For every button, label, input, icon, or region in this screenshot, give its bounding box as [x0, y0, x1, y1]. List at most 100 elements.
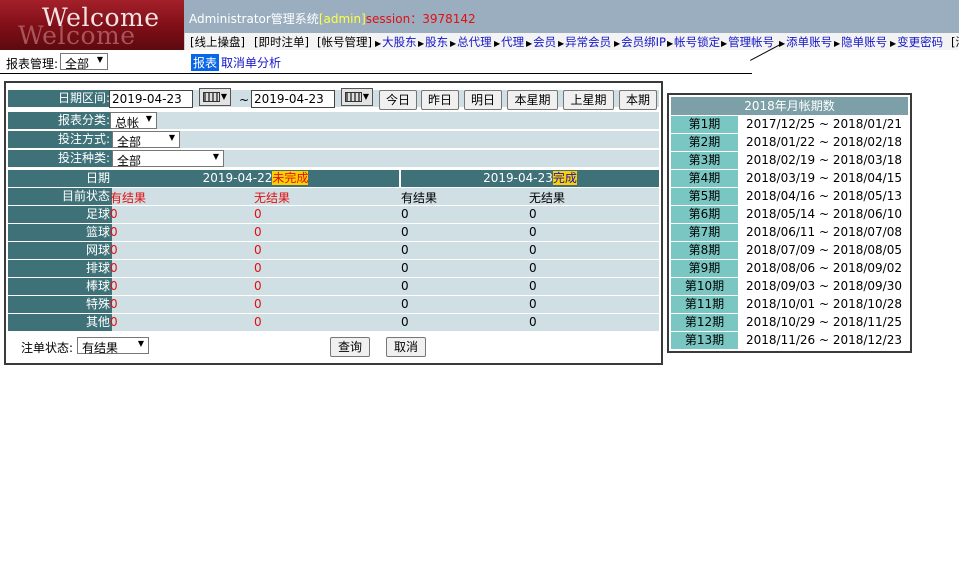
triangle-down-icon: ▼: [362, 92, 369, 101]
logo-text: Welcome: [42, 3, 160, 32]
triangle-down-icon: ▼: [145, 114, 152, 123]
report-class-label: 报表分类:: [8, 112, 112, 129]
date-to-calendar-button[interactable]: ▼: [341, 88, 373, 106]
table-cell: 0: [254, 225, 262, 239]
report-class-row: [112, 112, 659, 129]
last-week-button[interactable]: 上星期: [563, 90, 614, 110]
triangle-right-icon: ▶: [494, 39, 501, 48]
report-class-select[interactable]: 总帐 ▼: [110, 112, 157, 130]
period-row: 第7期 2018/06/11 ~ 2018/07/08: [671, 224, 908, 241]
table-cell: 0: [254, 207, 262, 221]
period-range: 2018/09/03 ~ 2018/09/30: [740, 278, 908, 295]
sport-label: 特殊: [8, 296, 112, 313]
sport-row-bg: [112, 296, 659, 313]
nav-item-member[interactable]: ▶会员: [526, 34, 556, 50]
period-range: 2018/08/06 ~ 2018/09/02: [740, 260, 908, 277]
triangle-right-icon: ▶: [526, 39, 533, 48]
period-name: 第5期: [671, 188, 738, 205]
period-range: 2018/10/01 ~ 2018/10/28: [740, 296, 908, 313]
table-cell: 0: [401, 225, 409, 239]
query-button[interactable]: 查询: [330, 337, 370, 357]
table-cell: 0: [529, 225, 537, 239]
nav-item-account-mgmt[interactable]: [帐号管理]: [317, 34, 372, 50]
session-id: session：3978142: [365, 12, 476, 26]
table-cell: 0: [254, 315, 262, 329]
triangle-right-icon: ▶: [721, 39, 728, 48]
triangle-right-icon: ▶: [450, 39, 457, 48]
bet-type-select[interactable]: 全部 ▼: [112, 150, 224, 168]
period-table: 2018年月帐期数 第1期 2017/12/25 ~ 2018/01/21 第2期…: [667, 93, 912, 353]
sport-label: 其他: [8, 314, 112, 331]
calendar-icon: [345, 92, 362, 102]
nav-item-add-order-account[interactable]: ▶添单账号: [779, 34, 832, 50]
report-filter-panel: 日期区间: 2019-04-23 ▼ ~ 2019-04-23 ▼ 今日 昨日 …: [4, 81, 663, 365]
period-name: 第4期: [671, 170, 738, 187]
period-range: 2018/10/29 ~ 2018/11/25: [740, 314, 908, 331]
sport-row-bg: [112, 278, 659, 295]
cancel-button[interactable]: 取消: [386, 337, 426, 357]
nav-item-general-agent[interactable]: ▶总代理: [450, 34, 492, 50]
nav-item-member-ip[interactable]: ▶会员绑IP: [614, 34, 666, 50]
nav-item-admin-account[interactable]: ▶管理帐号: [721, 34, 774, 50]
table-cell: 0: [110, 297, 118, 311]
triangle-right-icon: ▶: [418, 39, 425, 48]
nav-item-clear[interactable]: [清: [951, 34, 959, 50]
period-range: 2018/11/26 ~ 2018/12/23: [740, 332, 908, 349]
tomorrow-button[interactable]: 明日: [464, 90, 502, 110]
sport-row-bg: [112, 260, 659, 277]
nav-item-shareholder[interactable]: ▶股东: [418, 34, 448, 50]
table-cell: 0: [529, 315, 537, 329]
period-row: 第5期 2018/04/16 ~ 2018/05/13: [671, 188, 908, 205]
table-cell: 0: [529, 261, 537, 275]
top-bar: Administrator管理系统[admin]session：3978142: [184, 0, 959, 33]
date2-status: 完成: [552, 171, 577, 185]
nav-item-agent[interactable]: ▶代理: [494, 34, 524, 50]
period-range: 2018/03/19 ~ 2018/04/15: [740, 170, 908, 187]
date1-header: 2019-04-22未完成: [112, 170, 399, 187]
nav-item-account-lock[interactable]: ▶帐号锁定: [667, 34, 720, 50]
period-row: 第6期 2018/05/14 ~ 2018/06/10: [671, 206, 908, 223]
nav-item-change-password[interactable]: ▶变更密码: [890, 34, 943, 50]
sport-row-bg: [112, 314, 659, 331]
table-cell: 0: [110, 243, 118, 257]
date1-with-result-header: 有结果: [110, 191, 147, 205]
today-button[interactable]: 今日: [379, 90, 417, 110]
period-name: 第13期: [671, 332, 738, 349]
order-status-select[interactable]: 有结果 ▼: [77, 337, 149, 355]
period-name: 第12期: [671, 314, 738, 331]
table-cell: 0: [401, 315, 409, 329]
nav-item-live-bets[interactable]: [即时注单]: [254, 34, 309, 50]
triangle-right-icon: ▶: [614, 39, 621, 48]
nav-item-abnormal-member[interactable]: ▶异常会员: [558, 34, 611, 50]
period-table-title: 2018年月帐期数: [671, 97, 908, 115]
bet-mode-label: 投注方式:: [8, 131, 112, 148]
date1-no-result-header: 无结果: [254, 191, 291, 205]
date-to-input[interactable]: 2019-04-23: [251, 90, 335, 108]
table-cell: 0: [110, 279, 118, 293]
date2-no-result-header: 无结果: [529, 191, 566, 205]
period-row: 第11期 2018/10/01 ~ 2018/10/28: [671, 296, 908, 313]
date-from-input[interactable]: 2019-04-23: [109, 90, 193, 108]
nav-item-hidden-order-account[interactable]: ▶隐单账号: [834, 34, 887, 50]
date-from-calendar-button[interactable]: ▼: [199, 88, 231, 106]
table-cell: 0: [529, 279, 537, 293]
this-week-button[interactable]: 本星期: [507, 90, 558, 110]
table-cell: 0: [401, 207, 409, 221]
nav-item-major-shareholder[interactable]: ▶大股东: [375, 34, 417, 50]
period-range: 2018/04/16 ~ 2018/05/13: [740, 188, 908, 205]
tab-cancel-analysis[interactable]: 取消单分析: [221, 54, 281, 71]
calendar-icon: [203, 92, 220, 102]
period-range: 2018/07/09 ~ 2018/08/05: [740, 242, 908, 259]
table-cell: 0: [254, 279, 262, 293]
table-cell: 0: [401, 297, 409, 311]
report-mgmt-select[interactable]: 全部 ▼: [60, 53, 108, 71]
bet-mode-select[interactable]: 全部 ▼: [112, 131, 180, 149]
tab-report[interactable]: 报表: [191, 54, 220, 71]
this-period-button[interactable]: 本期: [619, 90, 657, 110]
period-row: 第3期 2018/02/19 ~ 2018/03/18: [671, 152, 908, 169]
date-range-tilde: ~: [239, 93, 250, 107]
order-status-label: 注单状态:: [21, 341, 74, 355]
nav-bar: [线上操盘] [即时注单] [帐号管理] ▶大股东 ▶股东 ▶总代理 ▶代理 ▶…: [184, 33, 959, 50]
yesterday-button[interactable]: 昨日: [421, 90, 459, 110]
nav-item-online-trading[interactable]: [线上操盘]: [190, 34, 245, 50]
